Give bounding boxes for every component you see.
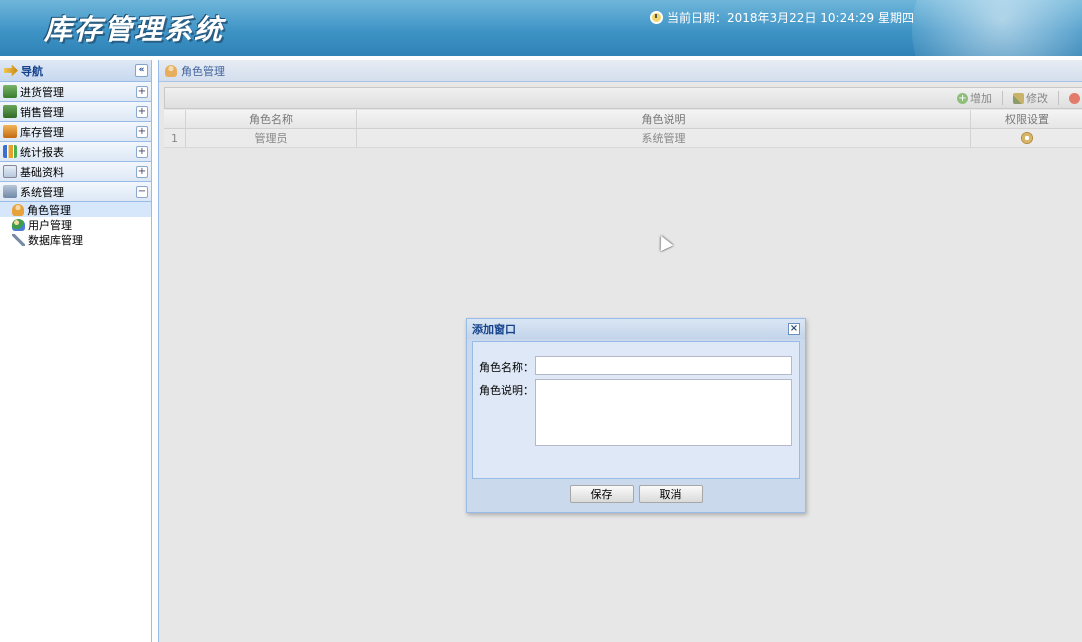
roles-grid: 角色名称 角色说明 权限设置 1 管理员 系统管理 <box>164 110 1082 148</box>
sidebar-section-reports[interactable]: 统计报表 + <box>0 142 151 162</box>
grid-toolbar: + 增加 修改 <box>164 87 1082 109</box>
sidebar-section-basic-data[interactable]: 基础资料 + <box>0 162 151 182</box>
sidebar-section-label: 进货管理 <box>20 85 64 99</box>
dialog-form: 角色名称： 角色说明： <box>472 341 800 479</box>
wrench-icon <box>12 233 25 246</box>
permissions-cell <box>971 129 1082 147</box>
sidebar: 导航 « 进货管理 + 销售管理 + 库存管理 + 统计报表 + 基础资料 + … <box>0 60 152 642</box>
sidebar-section-label: 库存管理 <box>20 125 64 139</box>
bar-chart-icon <box>3 145 17 158</box>
sidebar-section-label: 统计报表 <box>20 145 64 159</box>
row-number: 1 <box>164 129 186 147</box>
toolbar-separator <box>1058 91 1059 105</box>
column-header-role-name[interactable]: 角色名称 <box>186 110 357 128</box>
sidebar-section-sales[interactable]: 销售管理 + <box>0 102 151 122</box>
sales-icon <box>3 105 17 118</box>
app-title: 库存管理系统 <box>44 13 225 46</box>
computer-icon <box>3 185 17 198</box>
collapse-sidebar-button[interactable]: « <box>135 64 148 77</box>
dialog-footer: 保存 取消 <box>467 485 805 503</box>
grid-header: 角色名称 角色说明 权限设置 <box>164 110 1082 129</box>
globe-decoration <box>912 0 1082 56</box>
sidebar-section-label: 基础资料 <box>20 165 64 179</box>
add-button-label: 增加 <box>970 92 992 105</box>
role-name-label: 角色名称： <box>479 361 534 374</box>
table-row[interactable]: 1 管理员 系统管理 <box>164 129 1082 148</box>
column-header-permissions[interactable]: 权限设置 <box>971 110 1082 128</box>
current-date: 当前日期：2018年3月22日 10:24:29 星期四 <box>650 9 914 26</box>
save-button[interactable]: 保存 <box>569 485 634 503</box>
role-name-cell: 管理员 <box>186 129 357 147</box>
sidebar-item-label: 数据库管理 <box>28 233 83 247</box>
delete-icon <box>1069 92 1080 104</box>
sidebar-item-user-management[interactable]: 用户管理 <box>0 217 151 232</box>
add-icon: + <box>957 92 968 104</box>
users-icon <box>12 218 25 231</box>
user-icon <box>165 64 177 77</box>
add-button[interactable]: + 增加 <box>957 90 992 106</box>
current-date-text: 当前日期：2018年3月22日 10:24:29 星期四 <box>667 11 914 25</box>
edit-icon <box>1013 92 1024 104</box>
sidebar-header: 导航 « <box>0 60 151 82</box>
purchase-icon <box>3 85 17 98</box>
role-name-input[interactable] <box>535 356 792 375</box>
toolbar-separator <box>1002 91 1003 105</box>
panel-title-bar: 角色管理 <box>159 60 1082 82</box>
role-desc-cell: 系统管理 <box>357 129 971 147</box>
row-number-header <box>164 110 186 128</box>
sidebar-item-database-management[interactable]: 数据库管理 <box>0 232 151 247</box>
sidebar-section-label: 系统管理 <box>20 185 64 199</box>
edit-button[interactable]: 修改 <box>1013 90 1048 106</box>
user-icon <box>12 203 24 216</box>
signpost-icon <box>4 64 18 77</box>
dialog-title: 添加窗口 <box>472 323 516 336</box>
role-desc-label: 角色说明： <box>479 384 534 397</box>
role-desc-textarea[interactable] <box>535 379 792 446</box>
expand-icon[interactable]: + <box>136 165 148 178</box>
inventory-icon <box>3 125 17 138</box>
sidebar-section-system[interactable]: 系统管理 − <box>0 182 151 202</box>
panel-title: 角色管理 <box>181 64 225 78</box>
expand-icon[interactable]: + <box>136 125 148 138</box>
sidebar-item-label: 用户管理 <box>28 218 72 232</box>
cancel-button[interactable]: 取消 <box>638 485 703 503</box>
delete-button[interactable] <box>1069 92 1080 104</box>
sidebar-item-label: 角色管理 <box>27 203 71 217</box>
sidebar-title: 导航 <box>21 64 43 78</box>
document-icon <box>3 165 17 178</box>
expand-icon[interactable]: + <box>136 105 148 118</box>
sidebar-item-role-management[interactable]: 角色管理 <box>0 202 151 217</box>
sidebar-section-purchase[interactable]: 进货管理 + <box>0 82 151 102</box>
dialog-title-bar[interactable]: 添加窗口 × <box>467 319 805 339</box>
collapse-icon[interactable]: − <box>136 185 148 198</box>
edit-button-label: 修改 <box>1026 92 1048 105</box>
expand-icon[interactable]: + <box>136 85 148 98</box>
sidebar-section-label: 销售管理 <box>20 105 64 119</box>
app-header: 库存管理系统 当前日期：2018年3月22日 10:24:29 星期四 <box>0 0 1082 56</box>
sidebar-section-inventory[interactable]: 库存管理 + <box>0 122 151 142</box>
clock-icon <box>650 11 663 24</box>
close-icon[interactable]: × <box>788 323 800 335</box>
expand-icon[interactable]: + <box>136 145 148 158</box>
column-header-role-desc[interactable]: 角色说明 <box>357 110 971 128</box>
gear-icon[interactable] <box>1021 132 1033 144</box>
add-role-dialog: 添加窗口 × 角色名称： 角色说明： 保存 取消 <box>466 318 806 513</box>
